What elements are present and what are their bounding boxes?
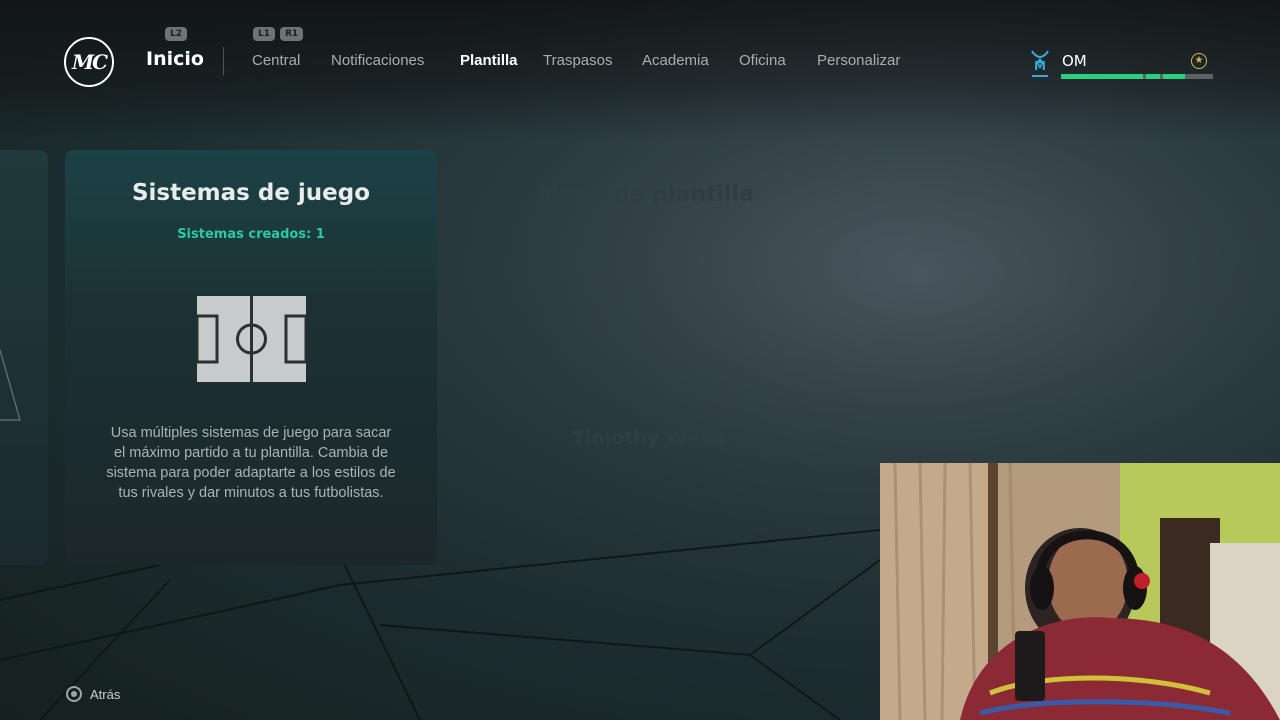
previous-card-graphic: [0, 349, 21, 421]
l1-button-hint: L1: [253, 27, 275, 41]
star-icon: ★: [1191, 53, 1207, 69]
webcam-overlay: [880, 463, 1280, 720]
tab-oficina[interactable]: Oficina: [739, 52, 786, 69]
header-divider: [223, 47, 224, 75]
tab-central[interactable]: Central: [252, 52, 300, 69]
tab-academia[interactable]: Academia: [642, 52, 709, 69]
formations-card[interactable]: Sistemas de juego Sistemas creados: 1 Us…: [65, 150, 437, 565]
formations-count: Sistemas creados: 1: [177, 227, 325, 242]
tab-personalizar[interactable]: Personalizar: [817, 52, 900, 69]
header-backdrop: [0, 0, 1280, 140]
progress-segment: [1061, 74, 1143, 79]
club-name: OM: [1062, 52, 1087, 70]
tab-plantilla[interactable]: Plantilla: [460, 52, 518, 69]
progress-segment: [1146, 74, 1160, 79]
previous-card[interactable]: [0, 150, 48, 565]
club-progress-bar: [1061, 74, 1213, 79]
r1-button-hint: R1: [280, 27, 304, 41]
streamer-webcam-image: [880, 463, 1280, 720]
card-title: Sistemas de juego: [131, 180, 371, 206]
back-label[interactable]: Atrás: [90, 687, 120, 702]
tab-notificaciones[interactable]: Notificaciones: [331, 52, 424, 69]
om-crest-icon: M: [1031, 50, 1049, 77]
l2-button-hint: L2: [165, 27, 187, 41]
mc-logo: MC: [64, 37, 114, 87]
background-player-name: Timothy Weah: [572, 427, 726, 449]
background-menu-title: Menú de plantilla: [538, 182, 754, 207]
pitch-icon: [197, 296, 306, 382]
card-description: Usa múltiples sistemas de juego para sac…: [106, 425, 396, 501]
tab-traspasos[interactable]: Traspasos: [543, 52, 612, 69]
home-tab[interactable]: Inicio: [146, 48, 204, 70]
progress-segment: [1163, 74, 1185, 79]
circle-button-icon[interactable]: [66, 686, 82, 702]
